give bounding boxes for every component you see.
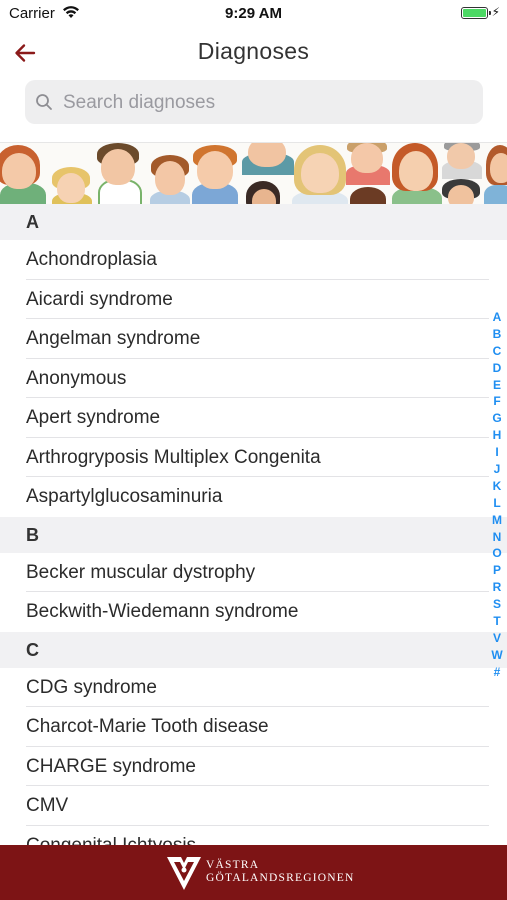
page-title: Diagnoses [197,38,310,64]
search-input[interactable] [61,88,465,118]
index-letter[interactable]: B [490,326,504,343]
index-letter[interactable]: S [490,596,504,613]
index-letter[interactable]: J [490,461,504,478]
index-letter[interactable]: V [490,630,504,647]
index-letter[interactable]: F [490,393,504,410]
index-letter[interactable]: C [490,343,504,360]
index-letter[interactable]: N [490,529,504,546]
list-item[interactable]: Apert syndrome [0,398,507,438]
list-item[interactable]: CHARGE syndrome [0,746,507,786]
search-icon [36,94,52,110]
section-header-c: C [0,631,507,668]
list-item[interactable]: CDG syndrome [0,667,507,707]
region-logo-text: VÄSTRA GÖTALANDSREGIONEN [206,859,355,884]
index-letter[interactable]: R [490,579,504,596]
battery-icon [461,7,491,19]
index-letter[interactable]: K [490,478,504,495]
status-bar: Carrier 9:29 AM ⚡ [0,0,507,28]
index-letter[interactable]: I [490,444,504,461]
alphabet-index[interactable]: A B C D E F G H I J K L M N O P R S T V … [490,309,504,681]
list-item[interactable]: Congenital Ichtyosis [0,825,507,845]
navigation-bar: Diagnoses [0,28,507,76]
index-letter[interactable]: M [490,512,504,529]
list-item[interactable]: Aicardi syndrome [0,279,507,319]
search-bar[interactable] [25,80,483,124]
clock: 9:29 AM [225,5,282,22]
charging-icon: ⚡ [491,5,500,19]
index-letter[interactable]: P [490,562,504,579]
list-item[interactable]: Angelman syndrome [0,319,507,359]
index-letter[interactable]: E [490,377,504,394]
index-letter[interactable]: H [490,427,504,444]
index-letter[interactable]: L [490,495,504,512]
index-letter[interactable]: D [490,360,504,377]
list-item[interactable]: CMV [0,786,507,826]
index-letter[interactable]: # [490,664,504,681]
list-item[interactable]: Anonymous [0,358,507,398]
index-letter[interactable]: O [490,545,504,562]
index-letter[interactable]: T [490,613,504,630]
list-item[interactable]: Becker muscular dystrophy [0,552,507,592]
index-letter[interactable]: W [490,647,504,664]
list-item[interactable]: Beckwith-Wiedemann syndrome [0,592,507,632]
vastra-gotalandsregionen-logo-icon [167,857,201,890]
list-item[interactable]: Aspartylglucosaminuria [0,477,507,517]
section-header-a: A [0,204,507,240]
footer-bar: VÄSTRA GÖTALANDSREGIONEN [0,845,507,900]
section-header-b: B [0,516,507,553]
children-faces-banner [0,142,507,205]
list-item[interactable]: Arthrogryposis Multiplex Congenita [0,437,507,477]
index-letter[interactable]: A [490,309,504,326]
list-item[interactable]: Achondroplasia [0,240,507,280]
diagnoses-list[interactable]: A Achondroplasia Aicardi syndrome Angelm… [0,204,507,845]
list-item[interactable]: Charcot-Marie Tooth disease [0,707,507,747]
index-letter[interactable]: G [490,410,504,427]
